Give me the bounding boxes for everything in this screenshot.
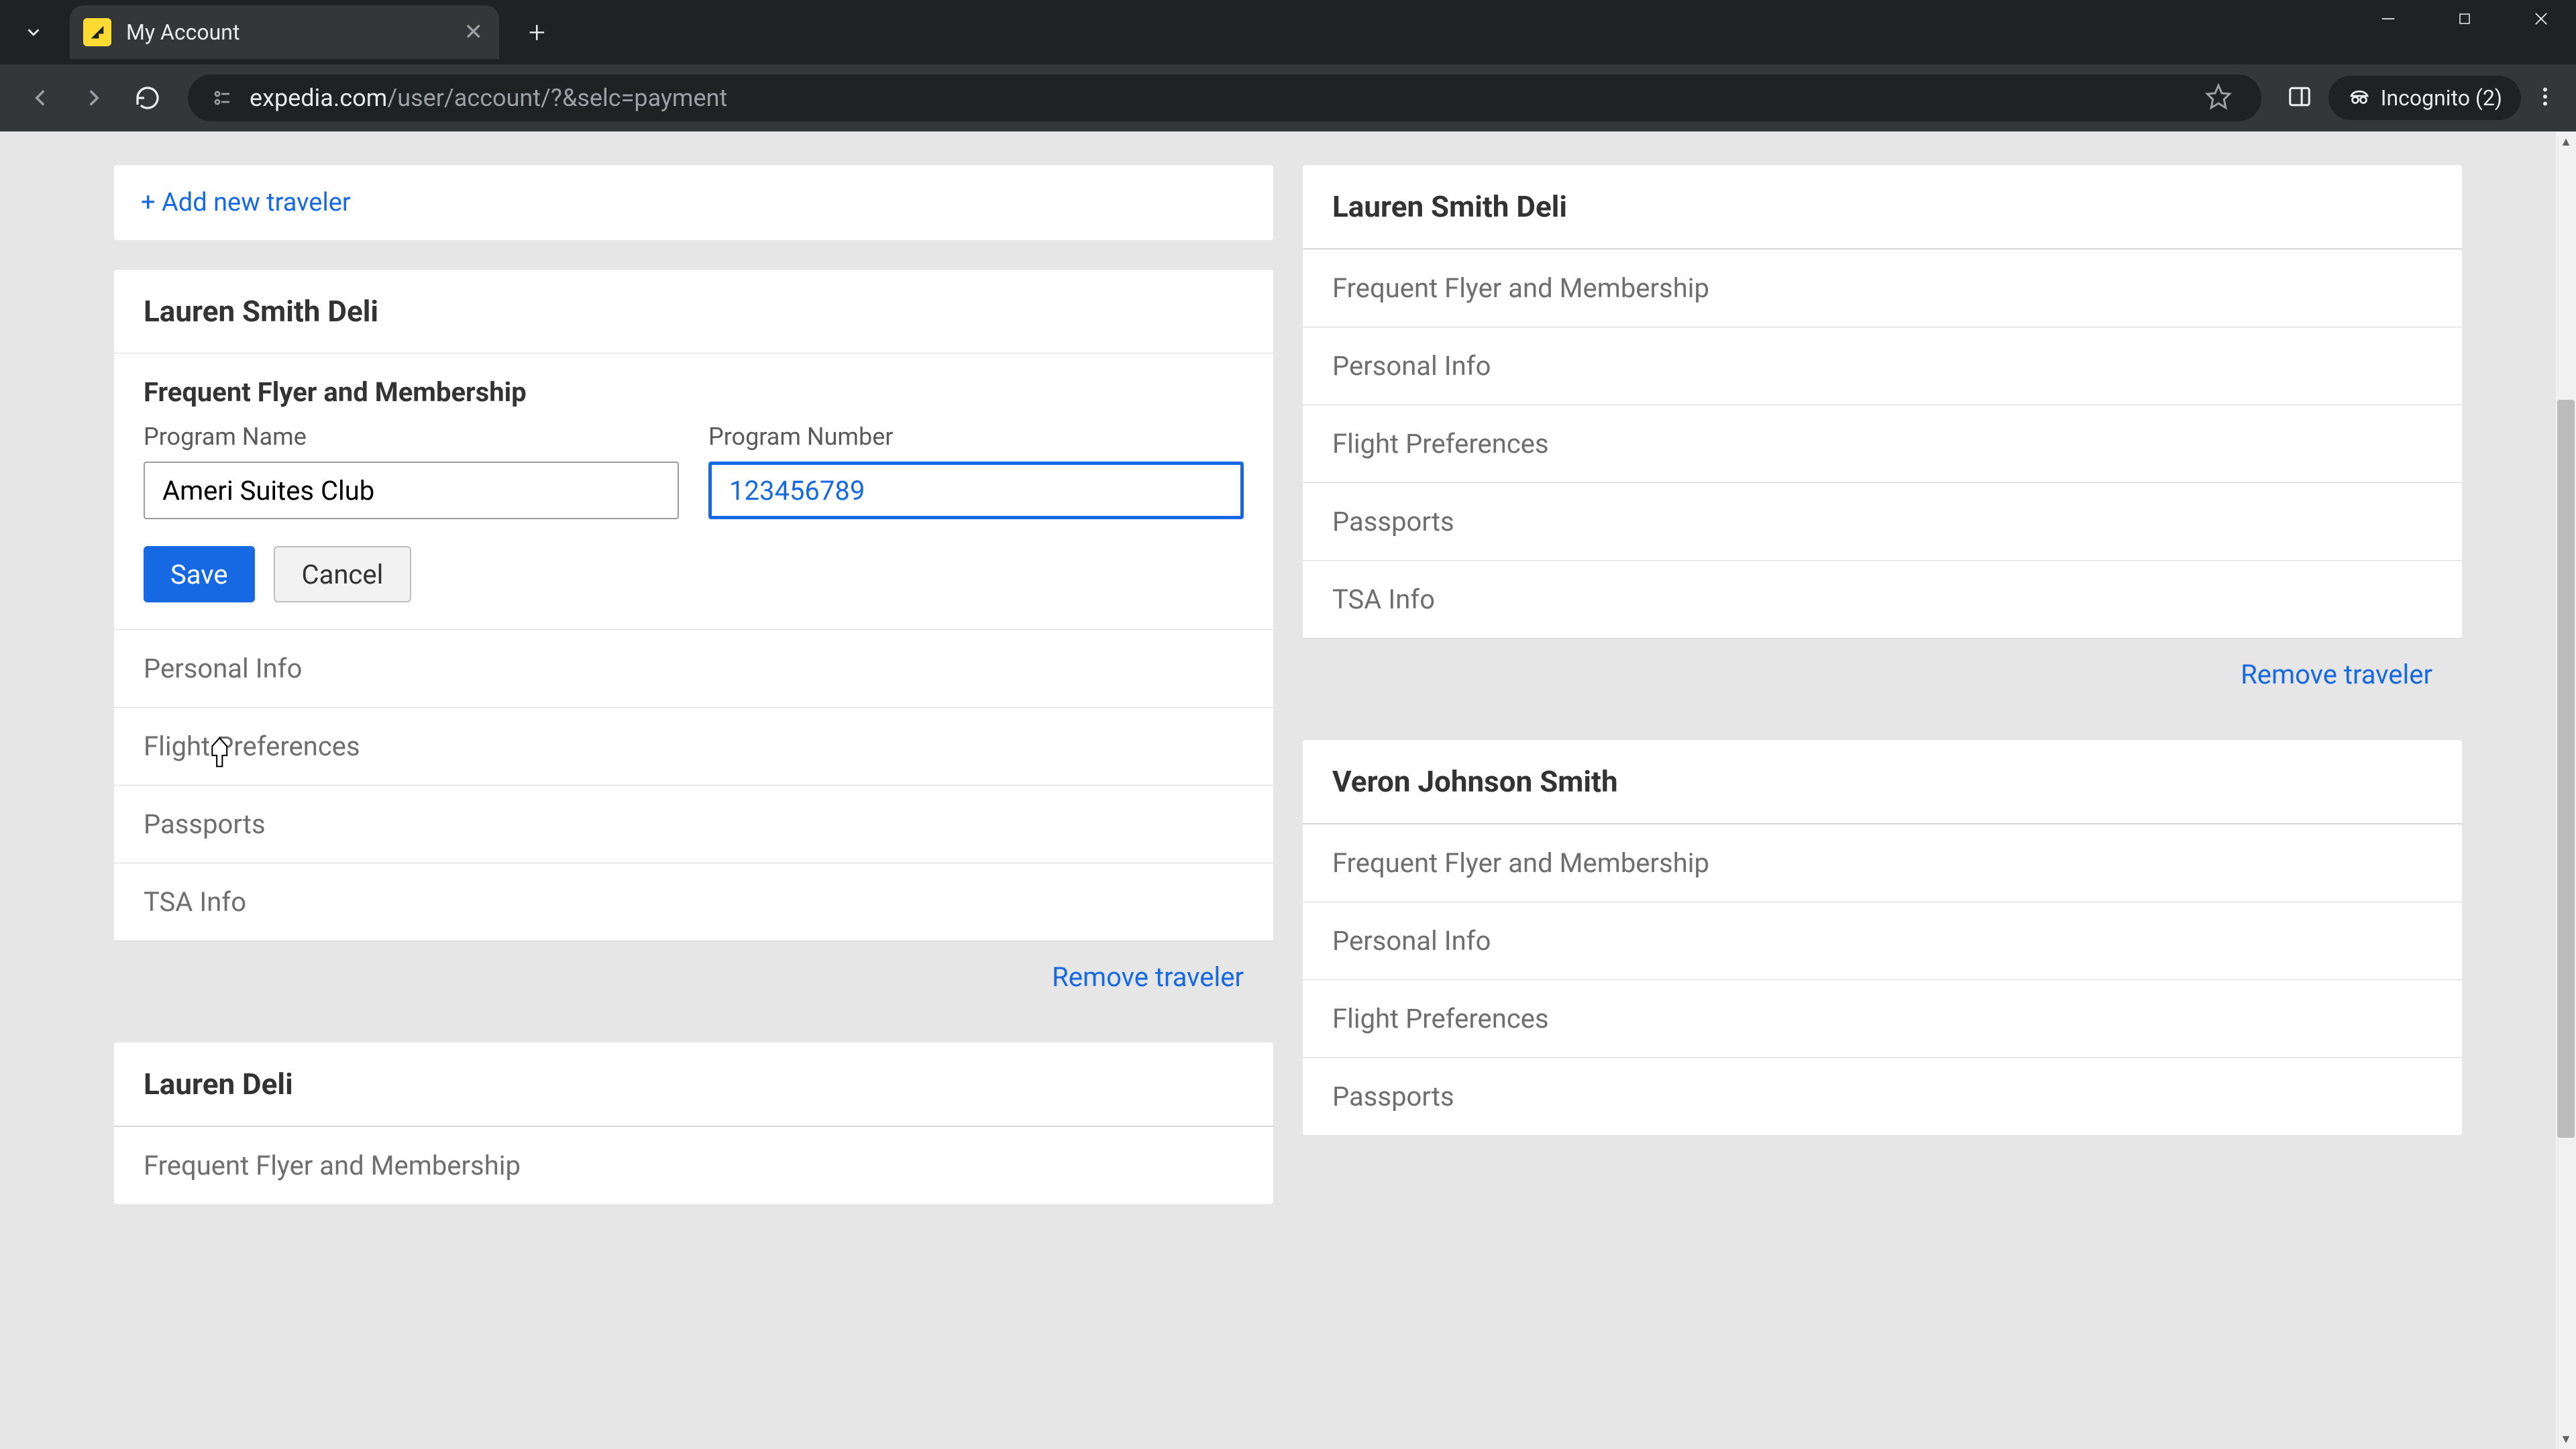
url-bar[interactable]: expedia.com/user/account/?&selc=payment <box>188 74 2261 121</box>
incognito-chip[interactable]: Incognito (2) <box>2328 76 2521 120</box>
close-icon[interactable] <box>2526 0 2556 38</box>
section-label: Personal Info <box>1332 350 1491 382</box>
section-label: Personal Info <box>1332 925 1491 957</box>
program-name-input[interactable] <box>144 462 679 519</box>
back-icon[interactable] <box>21 79 59 117</box>
section-passports[interactable]: Passports <box>1303 1057 2462 1135</box>
section-label: Frequent Flyer and Membership <box>1332 847 1709 879</box>
traveler-name: Lauren Deli <box>144 1067 1244 1102</box>
side-panel-icon[interactable] <box>2287 84 2316 112</box>
card-footer: Remove traveler <box>114 941 1273 1013</box>
section-label: Passports <box>144 808 266 840</box>
section-frequent-flyer[interactable]: Frequent Flyer and Membership <box>114 1126 1273 1204</box>
traveler-card: Veron Johnson Smith Frequent Flyer and M… <box>1303 740 2462 1135</box>
section-flight-prefs[interactable]: Flight Preferences <box>1303 405 2462 482</box>
button-row: Save Cancel <box>114 546 1273 629</box>
maximize-icon[interactable] <box>2450 0 2479 38</box>
traveler-card: Lauren Smith Deli Frequent Flyer and Mem… <box>1303 165 2462 710</box>
reload-icon[interactable] <box>129 79 166 117</box>
vertical-scrollbar[interactable]: ▲ ▼ <box>2556 131 2576 1449</box>
incognito-label: Incognito (2) <box>2381 85 2502 111</box>
tab-strip: My Account ✕ + <box>0 0 2576 64</box>
traveler-card: Lauren Deli Frequent Flyer and Membershi… <box>114 1042 1273 1204</box>
section-frequent-flyer[interactable]: Frequent Flyer and Membership <box>1303 249 2462 327</box>
section-flight-prefs[interactable]: Flight Preferences <box>1303 979 2462 1057</box>
bookmark-star-icon[interactable] <box>2205 83 2235 113</box>
card-head: Lauren Smith Deli <box>1303 165 2462 249</box>
browser-tab[interactable]: My Account ✕ <box>70 5 499 59</box>
section-label: Flight Preferences <box>1332 428 1549 460</box>
section-passports[interactable]: Passports <box>114 785 1273 863</box>
tab-search-dropdown[interactable] <box>15 13 52 51</box>
page-content: + Add new traveler Lauren Smith Deli Fre… <box>0 131 2576 1449</box>
section-label: Flight Preferences <box>144 731 360 762</box>
minimize-icon[interactable] <box>2373 0 2403 38</box>
forward-icon[interactable] <box>75 79 113 117</box>
tab-close-icon[interactable]: ✕ <box>464 19 484 46</box>
section-label: TSA Info <box>144 886 246 918</box>
traveler-name: Lauren Smith Deli <box>144 294 1244 329</box>
section-passports[interactable]: Passports <box>1303 482 2462 560</box>
form-row: Program Name Program Number <box>114 423 1273 546</box>
tab-title: My Account <box>126 19 452 45</box>
traveler-name: Veron Johnson Smith <box>1332 764 2432 799</box>
section-label: Passports <box>1332 1081 1454 1112</box>
traveler-card: Lauren Smith Deli Frequent Flyer and Mem… <box>114 270 1273 1013</box>
remove-traveler-link[interactable]: Remove traveler <box>2241 659 2432 690</box>
save-button[interactable]: Save <box>144 546 255 602</box>
section-title: Frequent Flyer and Membership <box>114 354 1273 423</box>
program-name-label: Program Name <box>144 423 679 451</box>
section-label: Personal Info <box>144 653 302 684</box>
add-traveler-card: + Add new traveler <box>114 165 1273 240</box>
card-head: Veron Johnson Smith <box>1303 740 2462 824</box>
browser-toolbar: expedia.com/user/account/?&selc=payment … <box>0 64 2576 131</box>
section-label: Frequent Flyer and Membership <box>1332 272 1709 304</box>
section-flight-prefs[interactable]: Flight Preferences <box>114 707 1273 785</box>
section-personal-info[interactable]: Personal Info <box>1303 327 2462 405</box>
section-label: TSA Info <box>1332 584 1435 615</box>
scroll-up-icon[interactable]: ▲ <box>2556 131 2576 152</box>
section-frequent-flyer[interactable]: Frequent Flyer and Membership <box>1303 824 2462 902</box>
program-number-input[interactable] <box>708 462 1244 519</box>
section-label: Passports <box>1332 506 1454 537</box>
section-label: Frequent Flyer and Membership <box>144 1150 521 1181</box>
section-tsa[interactable]: TSA Info <box>1303 560 2462 638</box>
card-head: Lauren Smith Deli <box>114 270 1273 354</box>
scroll-down-icon[interactable]: ▼ <box>2556 1429 2576 1449</box>
scrollbar-thumb[interactable] <box>2557 400 2575 1138</box>
site-info-icon[interactable] <box>207 83 236 113</box>
program-number-label: Program Number <box>708 423 1244 451</box>
favicon-expedia <box>83 18 111 46</box>
window-controls <box>2373 0 2556 38</box>
section-personal-info[interactable]: Personal Info <box>1303 902 2462 979</box>
new-tab-button[interactable]: + <box>529 15 545 50</box>
add-traveler-link[interactable]: + Add new traveler <box>141 188 351 217</box>
card-footer: Remove traveler <box>1303 638 2462 710</box>
section-personal-info[interactable]: Personal Info <box>114 629 1273 707</box>
url-text: expedia.com/user/account/?&selc=payment <box>250 84 2197 112</box>
remove-traveler-link[interactable]: Remove traveler <box>1052 961 1244 993</box>
traveler-name: Lauren Smith Deli <box>1332 189 2432 224</box>
section-label: Flight Preferences <box>1332 1003 1549 1034</box>
section-tsa[interactable]: TSA Info <box>114 863 1273 941</box>
kebab-menu-icon[interactable] <box>2533 85 2563 111</box>
card-head: Lauren Deli <box>114 1042 1273 1126</box>
cancel-button[interactable]: Cancel <box>274 546 412 602</box>
